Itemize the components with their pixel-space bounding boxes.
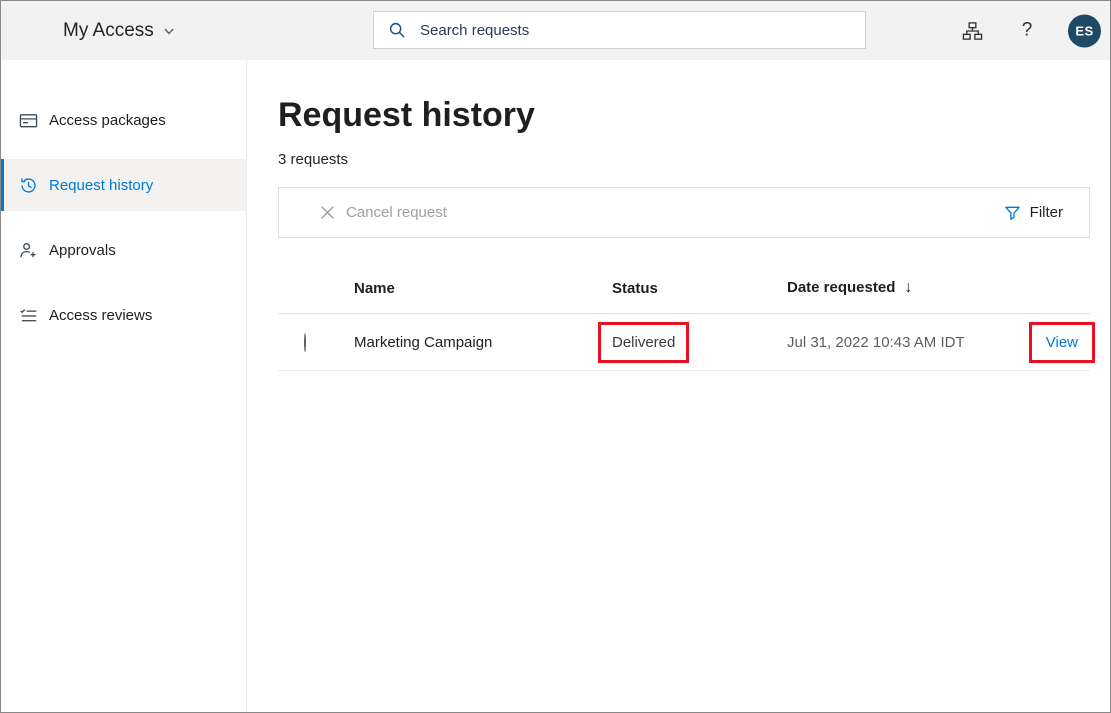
app-title-menu[interactable]: My Access	[63, 20, 175, 42]
cancel-request-label: Cancel request	[346, 204, 447, 221]
request-count: 3 requests	[278, 151, 1088, 168]
sidebar: Access packages Request history Approval…	[1, 60, 247, 712]
search-icon	[388, 21, 406, 39]
table-row[interactable]: Marketing Campaign Delivered Jul 31, 202…	[278, 314, 1090, 371]
column-header-status[interactable]: Status	[612, 280, 787, 297]
row-radio[interactable]	[304, 333, 306, 352]
sidebar-item-label: Approvals	[49, 242, 116, 259]
filter-label: Filter	[1030, 204, 1063, 221]
filter-icon	[1004, 204, 1021, 221]
request-table: Name Status Date requested↓ Marketing Ca…	[278, 263, 1090, 371]
topbar-actions: ? ES	[958, 14, 1101, 47]
command-bar: Cancel request Filter	[278, 187, 1090, 238]
view-annotation-box: View	[1029, 322, 1095, 363]
page-title: Request history	[278, 96, 1088, 135]
view-link[interactable]: View	[1046, 334, 1078, 351]
main-content: Request history 3 requests Cancel reques…	[248, 60, 1110, 712]
app-title: My Access	[63, 20, 154, 42]
access-packages-icon	[18, 110, 38, 130]
table-header-row: Name Status Date requested↓	[278, 263, 1090, 314]
top-bar: My Access ? ES	[1, 1, 1110, 60]
request-history-icon	[18, 175, 38, 195]
status-annotation-box: Delivered	[598, 322, 689, 363]
avatar-initials: ES	[1075, 23, 1093, 38]
close-icon	[320, 205, 335, 220]
sidebar-item-approvals[interactable]: Approvals	[1, 224, 246, 276]
avatar[interactable]: ES	[1068, 14, 1101, 47]
sidebar-item-access-reviews[interactable]: Access reviews	[1, 289, 246, 341]
search-input[interactable]	[420, 22, 851, 39]
cancel-request-button[interactable]: Cancel request	[320, 204, 447, 221]
date-requested: Jul 31, 2022 10:43 AM IDT	[787, 334, 1020, 351]
sidebar-item-access-packages[interactable]: Access packages	[1, 94, 246, 146]
help-icon[interactable]: ?	[1013, 17, 1041, 45]
status-badge: Delivered	[612, 334, 675, 351]
sidebar-item-label: Access packages	[49, 112, 166, 129]
sitemap-icon[interactable]	[958, 17, 986, 45]
access-reviews-icon	[18, 305, 38, 325]
sort-descending-icon: ↓	[904, 279, 912, 296]
approvals-icon	[18, 240, 38, 260]
column-header-date-requested[interactable]: Date requested↓	[787, 279, 1020, 297]
filter-button[interactable]: Filter	[1004, 204, 1063, 221]
search-box[interactable]	[373, 11, 866, 49]
column-header-name[interactable]: Name	[354, 280, 612, 297]
chevron-down-icon	[163, 25, 175, 37]
sidebar-item-request-history[interactable]: Request history	[1, 159, 246, 211]
sidebar-item-label: Request history	[49, 177, 153, 194]
request-name: Marketing Campaign	[354, 334, 612, 351]
sidebar-item-label: Access reviews	[49, 307, 152, 324]
